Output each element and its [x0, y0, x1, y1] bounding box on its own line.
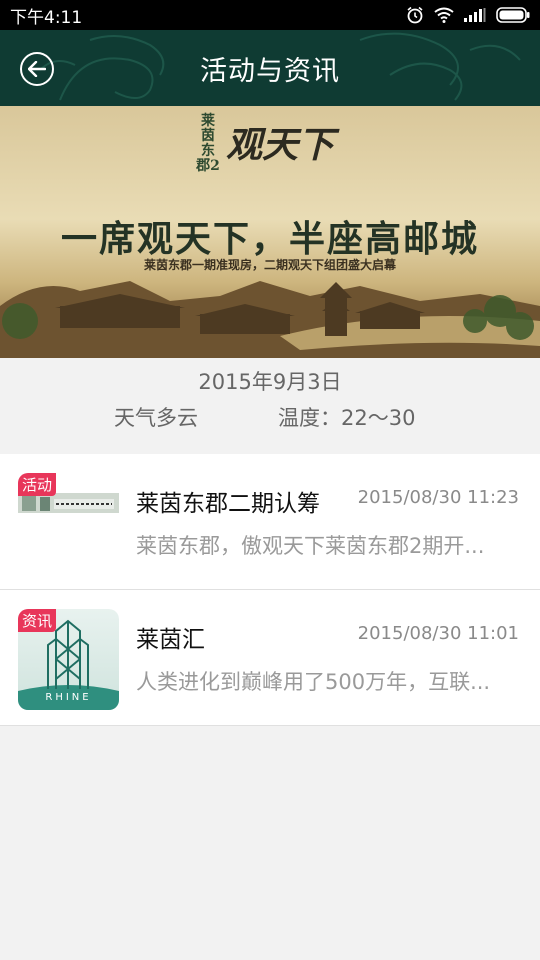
item-title: 莱茵汇	[136, 627, 205, 653]
item-description: 莱茵东郡，傲观天下莱茵东郡2期开...	[136, 534, 485, 558]
item-tag: 资讯	[18, 609, 57, 632]
temperature-text: 温度：22～30	[278, 406, 416, 430]
weather-text: 天气多云	[114, 406, 198, 430]
promo-banner[interactable]: 莱茵东郡2 观天下 一席观天下，半座高邮城 莱茵东郡一期准现房，二期观天下组团盛…	[0, 106, 540, 358]
rhine-logo-text: RHINE	[45, 692, 91, 703]
item-thumbnail: RHINE 资讯	[18, 609, 119, 710]
list-item[interactable]: RHINE 资讯 莱茵汇 2015/08/30 11:01 人类进化到巅峰用了5…	[0, 590, 540, 726]
app-header: 活动与资讯	[0, 30, 540, 106]
weather-info: 2015年9月3日 天气多云 温度：22～30	[0, 358, 540, 454]
date-text: 2015年9月3日	[198, 370, 342, 394]
item-thumbnail: 活动	[18, 473, 119, 574]
list-item[interactable]: 活动 莱茵东郡二期认筹 2015/08/30 11:23 莱茵东郡，傲观天下莱茵…	[0, 454, 540, 590]
page-title: 活动与资讯	[200, 55, 340, 87]
wifi-icon	[434, 7, 454, 23]
banner-heading: 观天下	[226, 124, 335, 166]
banner-logo: 莱茵东郡2	[196, 113, 220, 174]
banner-subtitle: 莱茵东郡一期准现房，二期观天下组团盛大启幕	[143, 258, 396, 272]
status-bar: 下午4:11	[0, 0, 540, 30]
item-description: 人类进化到巅峰用了500万年，互联...	[136, 670, 491, 694]
item-title: 莱茵东郡二期认筹	[136, 491, 320, 517]
item-tag: 活动	[18, 473, 57, 496]
item-time: 2015/08/30 11:01	[357, 623, 519, 644]
battery-icon	[496, 7, 530, 23]
status-icons	[406, 6, 530, 24]
news-list: 活动 莱茵东郡二期认筹 2015/08/30 11:23 莱茵东郡，傲观天下莱茵…	[0, 454, 540, 726]
signal-icon	[464, 8, 486, 22]
banner-slogan: 一席观天下，半座高邮城	[60, 218, 479, 260]
status-time: 下午4:11	[10, 7, 83, 28]
alarm-icon	[406, 6, 424, 24]
item-time: 2015/08/30 11:23	[357, 487, 519, 508]
